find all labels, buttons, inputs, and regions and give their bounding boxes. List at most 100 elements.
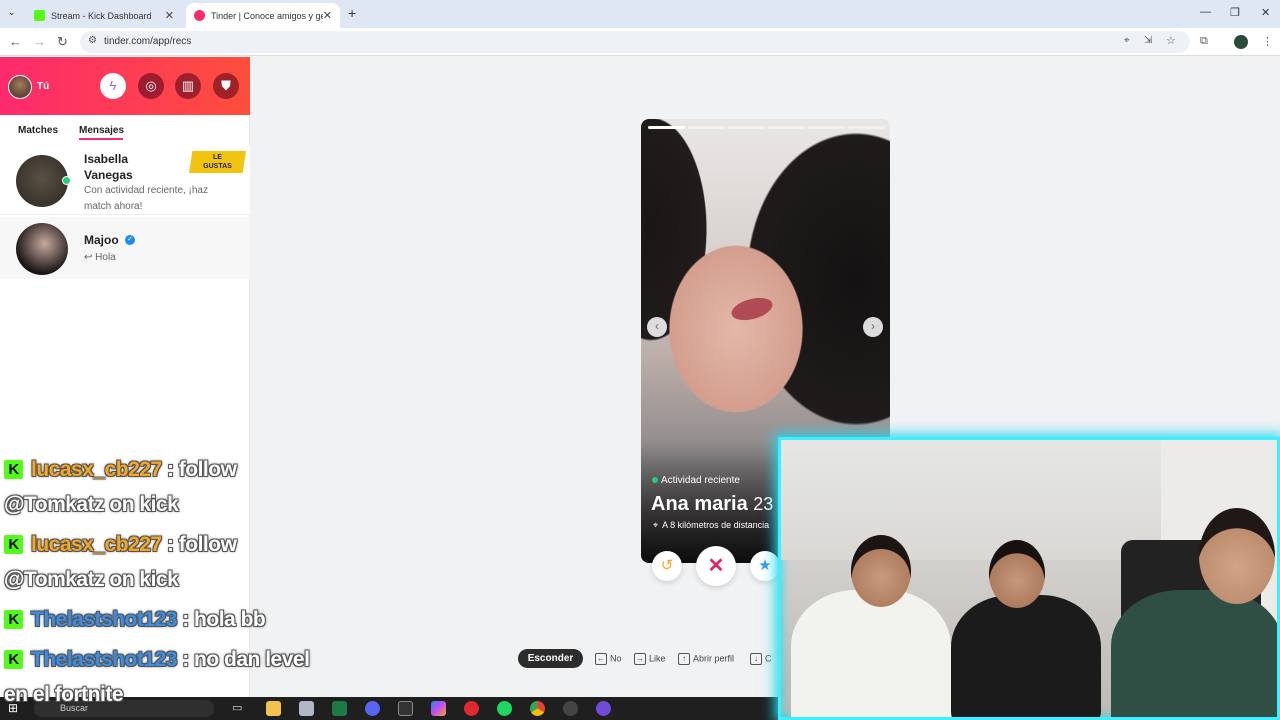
arrow-left-key-icon: ←: [595, 653, 607, 665]
photo-progress-segment: [768, 126, 805, 129]
location-icon[interactable]: ⌖: [1124, 35, 1130, 46]
arrow-up-key-icon: ↑: [678, 653, 690, 665]
excel-icon[interactable]: [332, 701, 347, 716]
tab-matches[interactable]: Matches: [18, 125, 58, 136]
rewind-button[interactable]: ↺: [652, 551, 682, 581]
bookmark-star-icon[interactable]: ☆: [1166, 34, 1176, 47]
online-indicator: [652, 477, 658, 483]
chat-message: Klucasx_cb227 : follow: [4, 533, 237, 557]
arrow-right-key-icon: →: [634, 653, 646, 665]
conversation-item[interactable]: Isabella Vanegas Con actividad reciente,…: [0, 145, 250, 215]
extensions-icon[interactable]: ⧉: [1200, 35, 1208, 48]
minimize-icon[interactable]: —: [1200, 6, 1211, 18]
close-icon: ✕: [707, 555, 725, 577]
chat-text: : no dan level: [182, 648, 310, 671]
profile-label[interactable]: Tú: [37, 81, 49, 92]
profile-age: 23: [753, 494, 774, 514]
photo-progress-segment: [808, 126, 845, 129]
window-close-icon[interactable]: ✕: [1261, 6, 1270, 19]
chat-text: en el fortnite: [4, 683, 124, 706]
photo-progress-segment: [648, 126, 685, 129]
file-explorer-icon[interactable]: [266, 701, 281, 716]
boost-icon[interactable]: ϟ: [100, 73, 126, 99]
likes-you-badge: LE GUSTAS: [189, 151, 246, 173]
photo-progress-segment: [848, 126, 885, 129]
new-tab-icon[interactable]: +: [348, 5, 356, 21]
profile-avatar[interactable]: [1234, 35, 1248, 49]
chat-username: Thelastshot123: [31, 608, 177, 631]
conversation-item[interactable]: Majoo ✓ ↩ Hola: [0, 217, 250, 279]
nope-button[interactable]: ✕: [696, 546, 736, 586]
notepad-icon[interactable]: [299, 701, 314, 716]
install-icon[interactable]: ⇲: [1144, 35, 1152, 46]
webcam-person-head: [1199, 508, 1275, 604]
chrome-icon[interactable]: [530, 701, 545, 716]
tab-list-icon[interactable]: ⌄: [8, 7, 16, 18]
explore-icon[interactable]: ◎: [138, 73, 164, 99]
address-bar[interactable]: ⚙ tinder.com/app/recs ⌖ ⇲ ☆: [80, 31, 1190, 53]
next-photo-button[interactable]: ›: [863, 317, 883, 337]
conversation-preview: ↩ Hola: [84, 252, 116, 263]
hint-open-profile: ↑ Abrir perfil: [678, 653, 734, 665]
forward-icon[interactable]: →: [33, 34, 46, 49]
profile-photo: [641, 119, 890, 459]
close-icon[interactable]: ✕: [165, 9, 174, 22]
hint-no: ← No: [595, 653, 622, 665]
tab-messages[interactable]: Mensajes: [79, 125, 124, 136]
webcam-person-head: [851, 535, 911, 607]
tab-tinder[interactable]: Tinder | Conoce amigos y gente ✕: [186, 3, 340, 28]
browser-tab-bar: ⌄ Stream - Kick Dashboard ✕ Tinder | Con…: [0, 0, 1280, 28]
reload-icon[interactable]: ↻: [57, 34, 68, 50]
safety-icon[interactable]: ⛊: [213, 73, 239, 99]
chat-text: : follow: [166, 458, 237, 481]
close-icon[interactable]: ✕: [323, 9, 332, 22]
obs-icon[interactable]: [563, 701, 578, 716]
chat-text: : hola bb: [182, 608, 266, 631]
chat-text: @Tomkatz on kick: [4, 493, 179, 516]
hide-hints-button[interactable]: Esconder: [518, 649, 583, 668]
kick-icon: [34, 10, 45, 21]
epic-games-icon[interactable]: [398, 701, 413, 716]
star-icon: ★: [758, 557, 772, 574]
webcam-person: [791, 590, 951, 717]
prev-photo-button[interactable]: ‹: [647, 317, 667, 337]
verified-icon: ✓: [125, 235, 135, 245]
webcam-overlay: [778, 437, 1280, 720]
gift-icon[interactable]: ▥: [175, 73, 201, 99]
discord-icon[interactable]: [365, 701, 380, 716]
spotify-icon[interactable]: [497, 701, 512, 716]
photo-progress-segment: [688, 126, 725, 129]
restore-icon[interactable]: ❐: [1230, 6, 1240, 19]
app-icon[interactable]: [596, 701, 611, 716]
task-view-icon[interactable]: ▭: [232, 701, 242, 714]
location-pin-icon: ⌖: [653, 520, 659, 530]
active-tab-indicator: [79, 138, 123, 140]
webcam-person: [951, 595, 1101, 717]
avatar[interactable]: [8, 75, 32, 99]
copilot-icon[interactable]: [431, 701, 446, 716]
kick-icon: K: [4, 610, 23, 629]
conversation-name: Majoo: [84, 233, 119, 247]
tab-title: Stream - Kick Dashboard: [51, 10, 152, 21]
webcam-person: [1111, 590, 1277, 717]
super-like-button[interactable]: ★: [750, 551, 780, 581]
kick-icon: K: [4, 650, 23, 669]
tab-kick-dashboard[interactable]: Stream - Kick Dashboard ✕: [26, 3, 182, 28]
hint-label: Abrir perfil: [693, 653, 735, 664]
profile-name-text: Ana maria: [651, 493, 748, 515]
chat-message: Klucasx_cb227 : follow: [4, 458, 237, 482]
site-info-icon[interactable]: ⚙: [88, 35, 97, 46]
activity-text: Actividad reciente: [661, 475, 740, 486]
menu-icon[interactable]: ⋮: [1262, 35, 1273, 48]
conversation-name: Isabella Vanegas: [84, 152, 133, 182]
opera-icon[interactable]: [464, 701, 479, 716]
url-text: tinder.com/app/recs: [104, 36, 192, 47]
hint-label: Like: [649, 653, 666, 664]
hint-like: → Like: [634, 653, 666, 665]
profile-name[interactable]: Ana maria 23: [651, 493, 773, 516]
webcam-person-head: [989, 540, 1045, 608]
chat-username: lucasx_cb227: [31, 533, 162, 556]
back-icon[interactable]: ←: [9, 34, 22, 49]
online-indicator: [62, 176, 71, 185]
hint-label: C: [765, 653, 772, 664]
